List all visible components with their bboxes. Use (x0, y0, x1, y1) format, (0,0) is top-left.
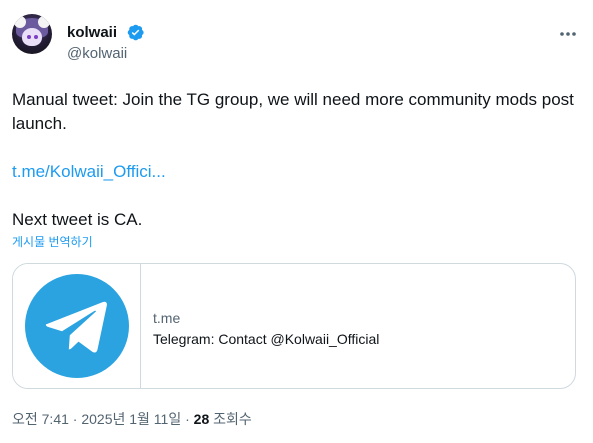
telegram-logo-icon (24, 274, 129, 378)
tweet-text: Manual tweet: Join the TG group, we will… (12, 88, 582, 232)
tweet-link[interactable]: t.me/Kolwaii_Offici... (12, 162, 166, 181)
avatar-face (22, 28, 42, 46)
avatar[interactable] (12, 14, 52, 54)
avatar-ear-right (38, 16, 50, 28)
timestamp[interactable]: 오전 7:41 · 2025년 1월 11일 · (12, 411, 194, 427)
more-button[interactable] (555, 24, 581, 44)
translate-post-link[interactable]: 게시물 번역하기 (12, 234, 93, 250)
tweet-text-line: Manual tweet: Join the TG group, we will… (12, 90, 574, 133)
tweet-meta: 오전 7:41 · 2025년 1월 11일 · 28 조회수 (12, 410, 252, 428)
link-preview-card[interactable]: t.me Telegram: Contact @Kolwaii_Official (12, 263, 576, 389)
avatar-eye-left (27, 35, 31, 39)
card-thumbnail (13, 264, 141, 388)
card-domain: t.me (153, 310, 181, 326)
more-horizontal-icon (560, 32, 576, 36)
avatar-eye-right (34, 35, 38, 39)
handle[interactable]: @kolwaii (67, 45, 127, 63)
verified-badge-icon[interactable] (126, 23, 145, 42)
view-count: 28 (193, 411, 210, 427)
view-label: 조회수 (209, 411, 252, 427)
avatar-ear-left (14, 16, 26, 28)
tweet-text-line: Next tweet is CA. (12, 210, 143, 229)
card-title: Telegram: Contact @Kolwaii_Official (153, 331, 380, 347)
display-name[interactable]: kolwaii (67, 24, 117, 42)
